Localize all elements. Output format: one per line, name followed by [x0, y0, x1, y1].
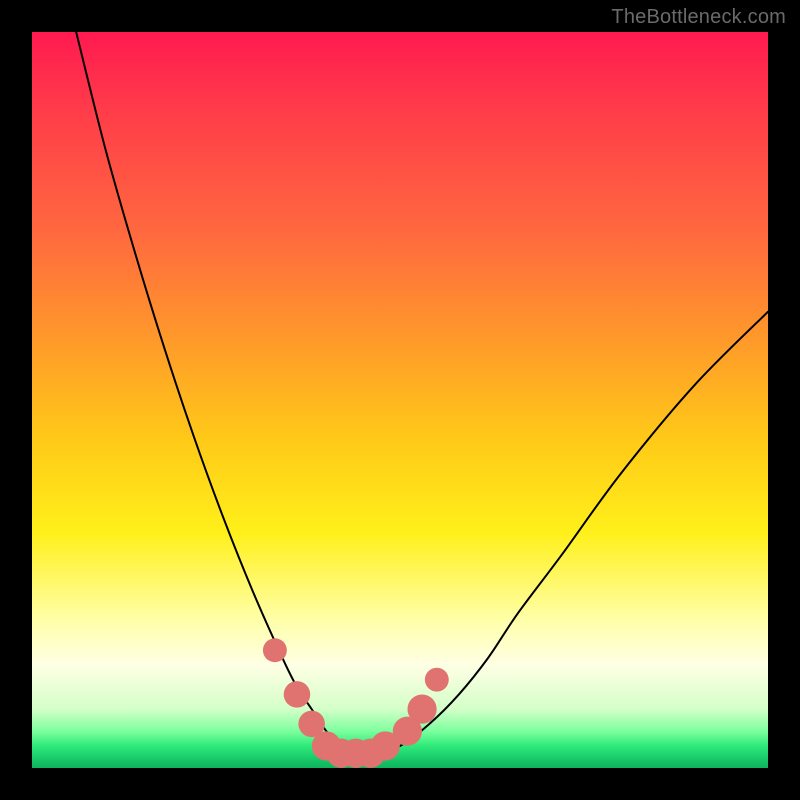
chart-svg	[32, 32, 768, 768]
curve-marker	[425, 668, 449, 692]
curve-marker	[263, 638, 287, 662]
plot-area	[32, 32, 768, 768]
curve-marker	[284, 681, 311, 708]
marker-group	[263, 638, 449, 768]
chart-frame: TheBottleneck.com	[0, 0, 800, 800]
watermark-text: TheBottleneck.com	[611, 6, 786, 29]
curve-marker	[407, 695, 436, 724]
bottleneck-curve	[76, 32, 768, 754]
